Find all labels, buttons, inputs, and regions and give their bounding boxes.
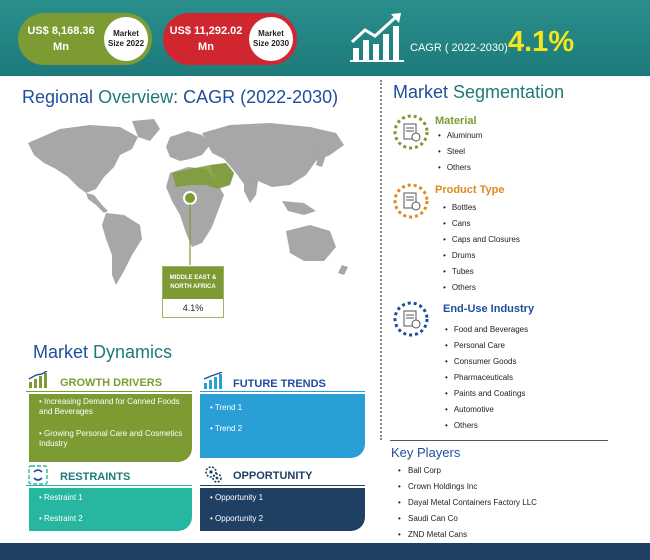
material-item: Others [438,163,471,172]
market-size-2022-label: Market Size 2022 [104,17,148,61]
vertical-divider [380,80,382,440]
product-type-item: Bottles [443,203,476,212]
product-type-item: Tubes [443,267,474,276]
product-type-item: Caps and Closures [443,235,520,244]
material-item: Aluminum [438,131,483,140]
material-heading: Material [435,115,477,127]
key-players-title: Key Players [391,445,461,460]
end-use-item: Paints and Coatings [445,389,526,398]
growth-drivers-underline [26,391,192,392]
product-type-heading: Product Type [435,184,505,196]
key-player-item: Crown Holdings Inc [398,482,477,491]
end-use-item: Personal Care [445,341,505,350]
product-type-item: Cans [443,219,471,228]
regional-title-part-b: Overview [98,87,174,107]
future-trends-icon [203,372,223,389]
growth-drivers-box: Increasing Demand for Canned Foods and B… [29,394,192,462]
market-size-2030-value: US$ 11,292.02 Mn [169,25,243,53]
dynamics-title-part-a: Market [33,342,94,362]
key-player-item: Ball Corp [398,466,441,475]
region-cagr-value: 4.1% [182,303,204,313]
regional-title-part-a: Regional [22,87,99,107]
key-player-item: Saudi Can Co [398,514,458,523]
restraint-item: Restraint 1 [39,493,186,503]
segmentation-title-part-a: Market [393,82,454,102]
dynamics-title-part-b: Dynamics [93,342,173,362]
end-use-item: Food and Beverages [445,325,528,334]
material-segment-icon [393,114,429,150]
cagr-label: CAGR ( 2022-2030) [410,42,508,54]
end-use-heading: End-Use Industry [443,303,535,315]
end-use-segment-icon [393,301,429,337]
end-use-item: Others [445,421,478,430]
restraints-heading: RESTRAINTS [60,471,131,483]
region-callout: MIDDLE EAST & NORTH AFRICA 4.1% [162,266,224,318]
market-segmentation-title: Market Segmentation [393,82,564,103]
future-trend-item: Trend 1 [210,403,359,413]
key-players-divider [390,440,608,441]
future-trends-heading: FUTURE TRENDS [233,378,326,390]
segmentation-title-part-b: Segmentation [453,82,565,102]
header-banner: US$ 8,168.36 Mn Market Size 2022 US$ 11,… [0,0,650,76]
future-trends-underline [200,391,365,392]
market-size-2022-value: US$ 8,168.36 Mn [27,25,95,53]
product-type-item: Drums [443,251,476,260]
footer-bar [0,543,650,560]
region-name: MIDDLE EAST & NORTH AFRICA [163,267,223,299]
regional-title-part-c: : CAGR (2022-2030) [173,87,339,107]
key-player-item: ZND Metal Cans [398,530,467,539]
opportunity-icon [205,466,222,483]
growth-chart-icon [350,13,404,62]
regional-overview-title: Regional Overview: CAGR (2022-2030) [22,87,338,108]
market-size-2022-pill: US$ 8,168.36 Mn Market Size 2022 [18,13,152,65]
growth-drivers-icon [28,371,48,388]
restraints-icon [28,465,48,485]
end-use-item: Consumer Goods [445,357,517,366]
market-dynamics-title: Market Dynamics [33,342,172,363]
opportunity-item: Opportunity 1 [210,493,359,503]
end-use-item: Automotive [445,405,494,414]
opportunity-box: Opportunity 1 Opportunity 2 [200,488,365,531]
cagr-value: 4.1% [508,26,575,58]
material-item: Steel [438,147,465,156]
end-use-item: Pharmaceuticals [445,373,513,382]
market-size-2030-label: Market Size 2030 [249,17,293,61]
key-player-item: Dayal Metal Containers Factory LLC [398,498,537,507]
restraints-box: Restraint 1 Restraint 2 [29,488,192,531]
growth-driver-item: Growing Personal Care and Cosmetics Indu… [39,429,186,449]
future-trend-item: Trend 2 [210,424,359,434]
future-trends-box: Trend 1 Trend 2 [200,394,365,458]
opportunity-underline [200,485,365,486]
growth-drivers-heading: GROWTH DRIVERS [60,377,163,389]
opportunity-item: Opportunity 2 [210,514,359,524]
growth-driver-item: Increasing Demand for Canned Foods and B… [39,397,186,417]
restraint-item: Restraint 2 [39,514,186,524]
product-type-segment-icon [393,183,429,219]
opportunity-heading: OPPORTUNITY [233,470,313,482]
restraints-underline [26,485,192,486]
product-type-item: Others [443,283,476,292]
market-size-2030-pill: US$ 11,292.02 Mn Market Size 2030 [163,13,297,65]
